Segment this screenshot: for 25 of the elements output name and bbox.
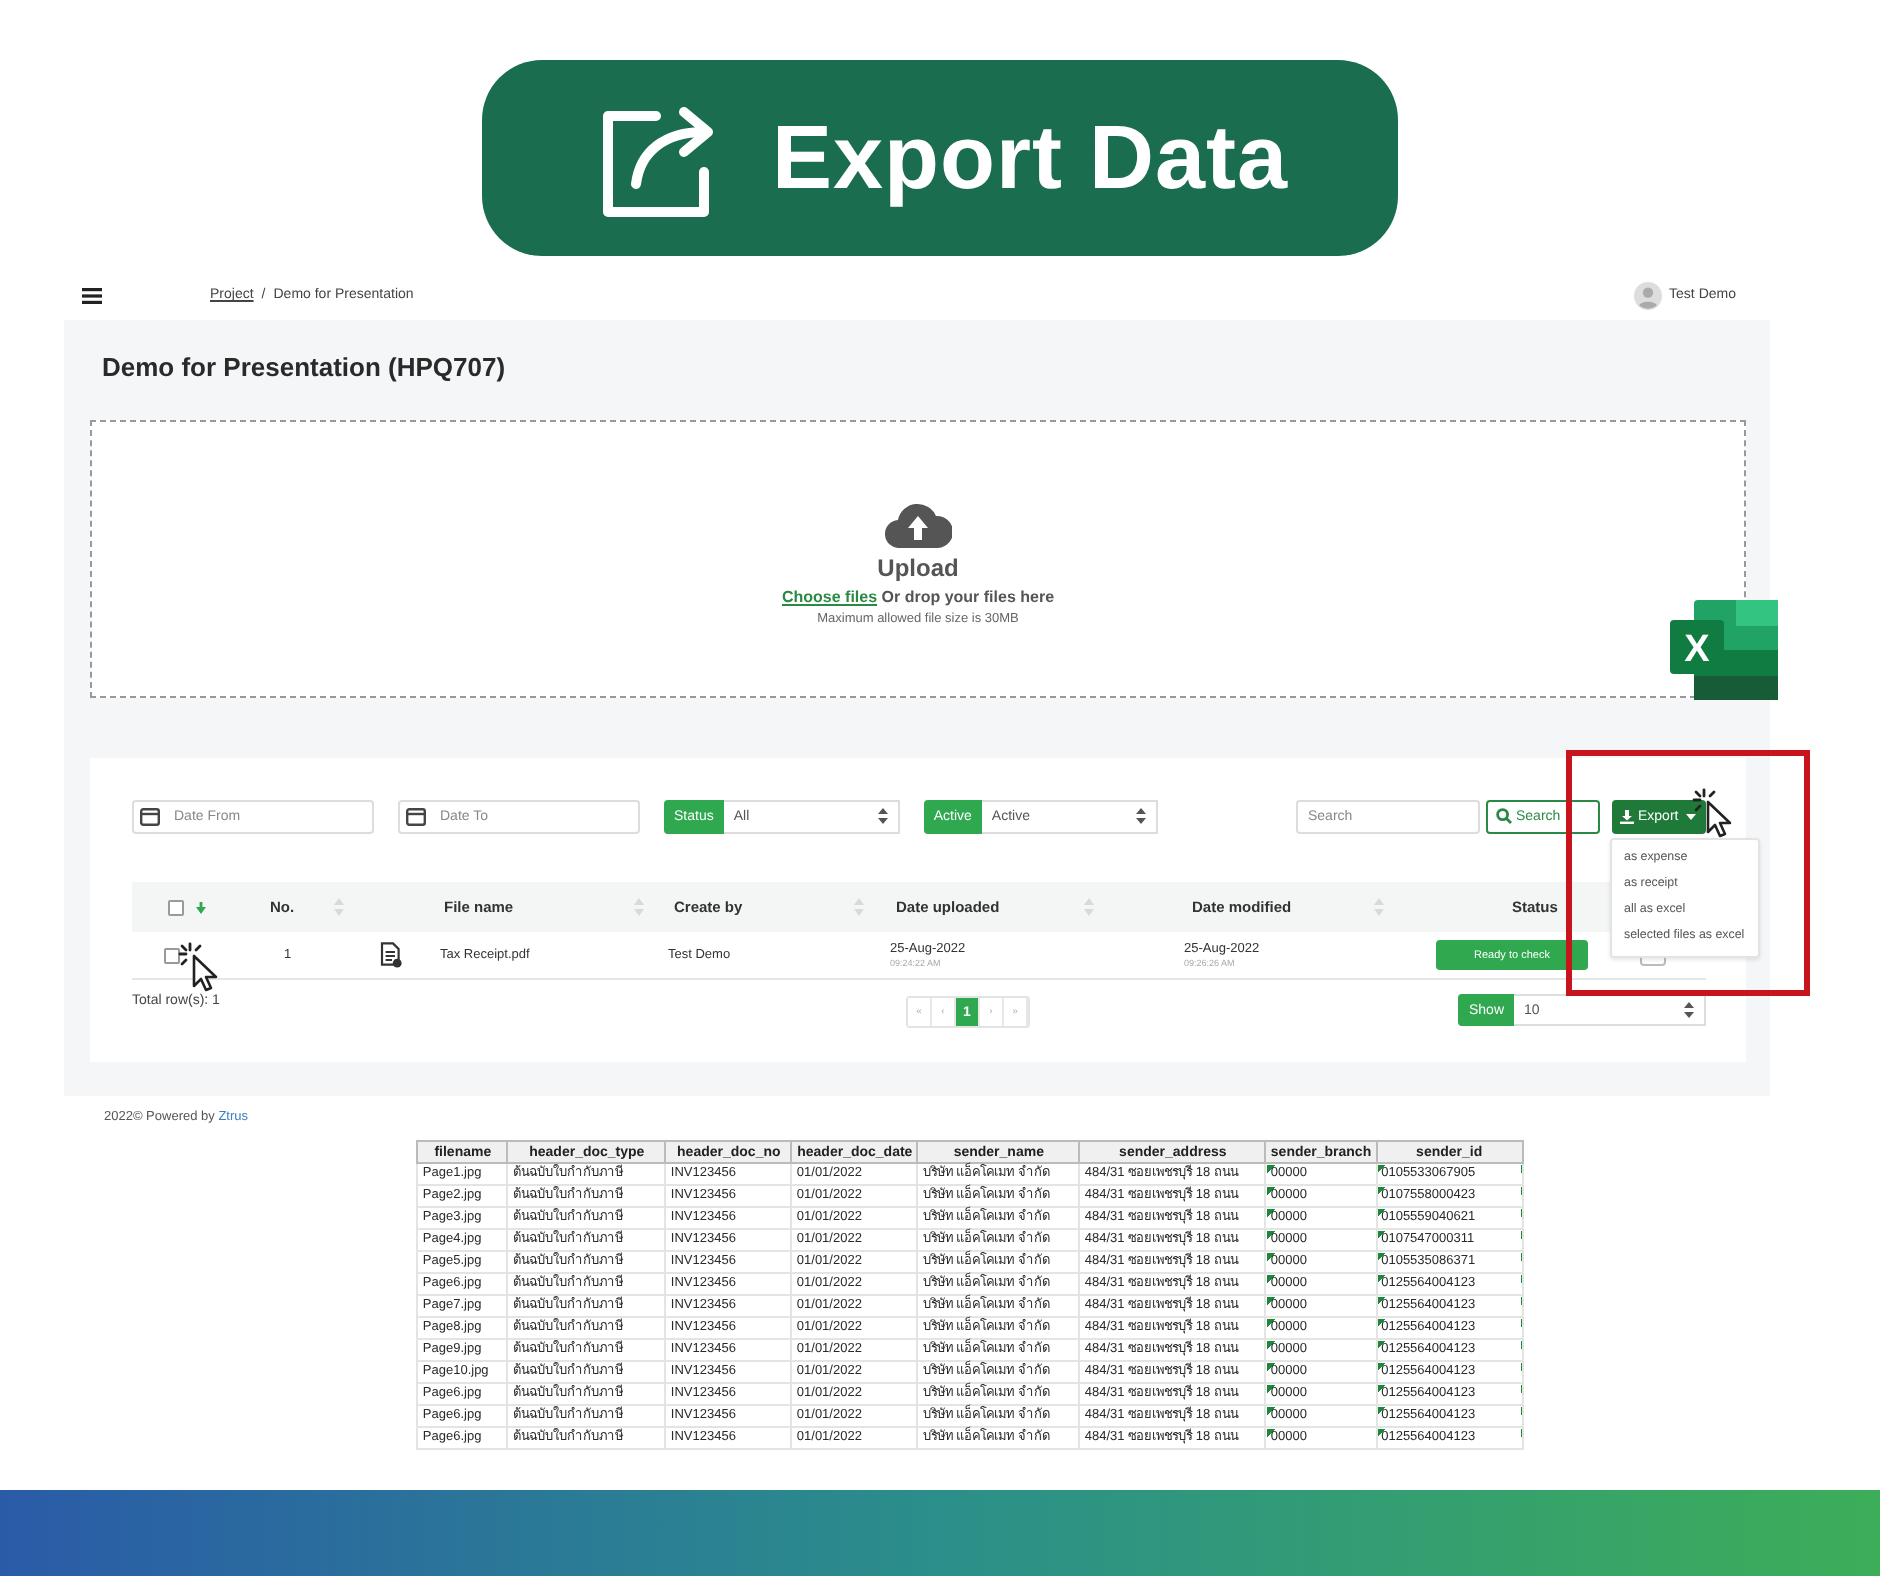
sort-icon[interactable] <box>1374 898 1384 916</box>
search-icon <box>1496 808 1512 824</box>
avatar-icon[interactable] <box>1633 281 1662 309</box>
upload-instructions: Choose files Or drop your files here <box>781 588 1055 606</box>
caret-icon <box>877 808 888 824</box>
menu-icon[interactable] <box>82 287 102 303</box>
checkbox[interactable] <box>167 899 183 915</box>
cloud-upload-icon <box>884 500 952 548</box>
page-title: Demo for Presentation (HPQ707) <box>102 350 508 386</box>
sort-down-icon[interactable] <box>195 901 205 913</box>
sort-icon[interactable] <box>1084 898 1094 916</box>
document-icon <box>379 942 401 968</box>
caret-icon <box>1686 813 1697 819</box>
upload-title: Upload <box>877 554 959 582</box>
caret-icon <box>1684 1002 1694 1018</box>
sort-icon[interactable] <box>334 898 344 916</box>
sort-icon[interactable] <box>854 898 864 916</box>
checkbox[interactable] <box>164 947 180 963</box>
download-icon <box>1620 809 1634 823</box>
calendar-icon <box>140 807 160 825</box>
choose-files-link[interactable]: Choose files <box>781 588 878 606</box>
caret-icon <box>1135 808 1146 824</box>
banner-title: Export Data <box>771 106 1289 210</box>
calendar-icon <box>406 807 426 825</box>
sort-icon[interactable] <box>634 898 644 916</box>
